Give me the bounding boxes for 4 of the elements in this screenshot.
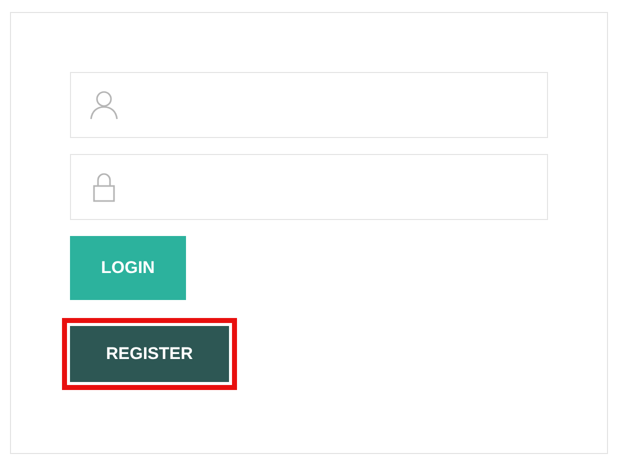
- password-field[interactable]: [70, 154, 548, 220]
- username-field[interactable]: [70, 72, 548, 138]
- register-button[interactable]: REGISTER: [62, 318, 237, 390]
- user-icon: [89, 89, 119, 121]
